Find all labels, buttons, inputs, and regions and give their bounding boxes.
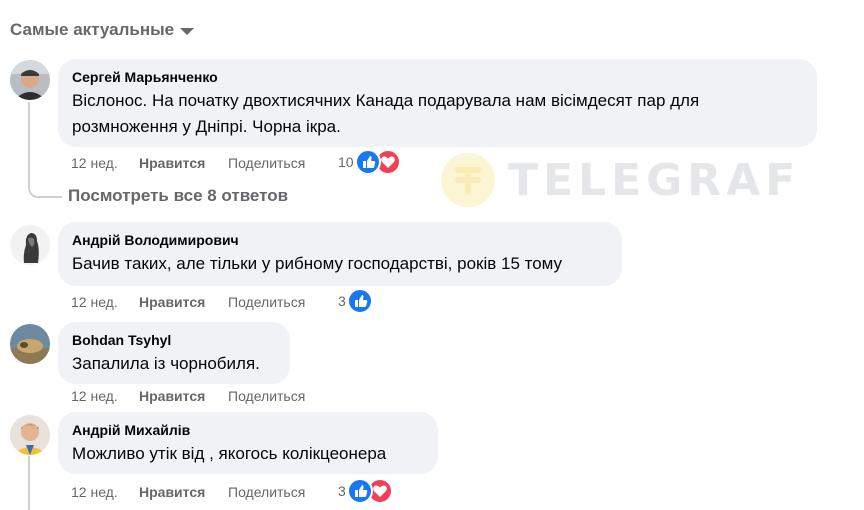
comment-timestamp[interactable]: 12 нед. — [71, 155, 139, 171]
comment-bubble: Сергей Марьянченко Віслонос. На початку … — [58, 59, 817, 147]
comment-author[interactable]: Андрій Володимирович — [72, 231, 608, 249]
comment-actions: 12 нед. Нравится Поделиться — [71, 384, 305, 408]
avatar[interactable] — [10, 324, 50, 364]
thread-line — [28, 456, 30, 510]
comment-actions: 12 нед. Нравится Поделиться — [71, 290, 305, 314]
avatar[interactable] — [10, 60, 50, 100]
reaction-summary[interactable]: 10 — [338, 149, 401, 175]
comment-author[interactable]: Bohdan Tsyhyl — [72, 331, 276, 349]
comment-text: Запалила із чорнобиля. — [72, 354, 260, 373]
comment-actions: 12 нед. Нравится Поделиться — [71, 480, 305, 504]
like-button[interactable]: Нравится — [139, 294, 228, 310]
comment-text: Можливо утік від , якогось колікцеонера — [72, 444, 387, 463]
comment-bubble: Андрій Володимирович Бачив таких, але ті… — [58, 222, 622, 286]
reaction-summary[interactable]: 3 — [338, 288, 373, 314]
share-button[interactable]: Поделиться — [228, 484, 305, 500]
telegraf-watermark: TELEGRAF — [440, 152, 800, 208]
comment-timestamp[interactable]: 12 нед. — [71, 484, 139, 500]
comment-text-line: розмноження у Дніпрі. Чорна ікра. — [72, 117, 341, 136]
comment-author[interactable]: Сергей Марьянченко — [72, 68, 803, 86]
reaction-summary[interactable]: 3 — [338, 478, 393, 504]
comment-text: Віслонос. На початку двохтисячних Канада… — [72, 88, 803, 140]
avatar[interactable] — [10, 225, 50, 265]
like-button[interactable]: Нравится — [139, 388, 228, 404]
comment-bubble: Андрій Михайлів Можливо утік від , якого… — [58, 412, 438, 474]
sort-dropdown[interactable]: Самые актуальные — [10, 20, 195, 40]
telegraf-logo-icon — [441, 153, 495, 207]
share-button[interactable]: Поделиться — [228, 388, 305, 404]
like-icon — [354, 149, 381, 175]
reaction-count: 3 — [338, 293, 346, 309]
like-icon — [346, 288, 373, 314]
avatar[interactable] — [10, 415, 50, 455]
comment-timestamp[interactable]: 12 нед. — [71, 388, 139, 404]
view-replies-link[interactable]: Посмотреть все 8 ответов — [68, 186, 288, 206]
like-button[interactable]: Нравится — [139, 484, 228, 500]
comment-actions: 12 нед. Нравится Поделиться — [71, 151, 305, 175]
share-button[interactable]: Поделиться — [228, 155, 305, 171]
thread-line — [28, 102, 30, 172]
reaction-count: 3 — [338, 483, 346, 499]
reaction-count: 10 — [338, 154, 354, 170]
comment-timestamp[interactable]: 12 нед. — [71, 294, 139, 310]
sort-label: Самые актуальные — [10, 20, 175, 39]
watermark-text: TELEGRAF — [508, 154, 801, 206]
comment-text: Бачив таких, але тільки у рибному господ… — [72, 254, 563, 273]
comment-bubble: Bohdan Tsyhyl Запалила із чорнобиля. — [58, 322, 290, 384]
share-button[interactable]: Поделиться — [228, 294, 305, 310]
comment-author[interactable]: Андрій Михайлів — [72, 421, 424, 439]
like-button[interactable]: Нравится — [139, 155, 228, 171]
chevron-down-icon — [180, 28, 195, 35]
comment-text-line: Віслонос. На початку двохтисячних Канада… — [72, 91, 700, 110]
reply-connector — [28, 170, 62, 198]
like-icon — [346, 478, 373, 504]
